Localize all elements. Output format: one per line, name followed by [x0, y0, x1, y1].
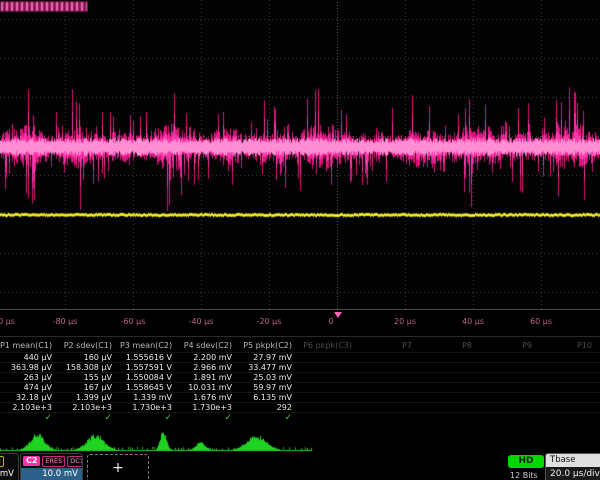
time-axis-label: 0 — [328, 317, 333, 326]
time-axis-label: 60 µs — [530, 317, 552, 326]
add-trace-button[interactable]: + — [87, 454, 149, 480]
timebase-value: 20.0 µs/div — [546, 467, 600, 480]
c2-eres-tag: ERES — [42, 456, 65, 467]
measure-param-header[interactable]: P10 — [540, 341, 600, 351]
measurement-table: P1 mean(C1)P2 sdev(C1)P3 mean(C2)P4 sdev… — [0, 338, 600, 424]
measure-param-header[interactable]: P6 pkpk(C3) — [300, 341, 360, 351]
histicon-canvas — [0, 426, 600, 452]
waveform-grid[interactable] — [0, 0, 600, 310]
measure-param-header[interactable]: P9 — [480, 341, 540, 351]
time-axis-label: 20 µs — [394, 317, 416, 326]
c2-scale-value: 10.0 mV — [21, 468, 82, 480]
measure-param-header[interactable]: P3 mean(C2) — [120, 341, 180, 351]
measure-param-header[interactable]: P4 sdev(C2) — [180, 341, 240, 351]
c1-coupling-tag: DC1M — [0, 456, 4, 467]
oscilloscope-screen: -100 µs -80 µs -60 µs -40 µs -20 µs 0 20 µs 40 … — [0, 0, 600, 480]
hd-mode-badge[interactable]: HD — [508, 455, 544, 468]
timebase-descriptor[interactable]: Tbase 20.0 µs/div — [545, 453, 600, 480]
add-trace-icon: + — [112, 460, 124, 476]
measure-param-header[interactable]: P1 mean(C1) — [0, 341, 60, 351]
checkmark-icon: ✓ — [120, 413, 180, 423]
measure-param-header[interactable]: P7 — [360, 341, 420, 351]
descriptor-bar: C1 DC1M 10.0 mV C2 ERES DC1M 10.0 mV + H… — [0, 452, 600, 480]
checkmark-icon: ✓ — [240, 413, 300, 423]
measure-param-header[interactable]: P8 — [420, 341, 480, 351]
channel-c2-descriptor[interactable]: C2 ERES DC1M 10.0 mV — [20, 453, 83, 480]
c1-scale-value: 10.0 mV — [0, 468, 18, 480]
time-axis-label: -80 µs — [53, 317, 78, 326]
time-axis-label: -20 µs — [257, 317, 282, 326]
c2-badge: C2 — [23, 456, 40, 466]
trace-label-badge — [0, 1, 88, 12]
channel-c1-descriptor[interactable]: C1 DC1M 10.0 mV — [0, 453, 19, 480]
time-axis-label: 40 µs — [462, 317, 484, 326]
checkmark-icon: ✓ — [180, 413, 240, 423]
time-axis-label: -100 µs — [0, 317, 15, 326]
bit-depth-label: 12 Bits — [510, 471, 538, 480]
time-axis-label: -40 µs — [189, 317, 214, 326]
checkmark-icon: ✓ — [0, 413, 60, 423]
time-axis-label: -60 µs — [121, 317, 146, 326]
measure-param-header[interactable]: P2 sdev(C1) — [60, 341, 120, 351]
waveform-traces — [0, 0, 600, 309]
timebase-axis: -100 µs -80 µs -60 µs -40 µs -20 µs 0 20 µs 40 … — [0, 310, 600, 337]
checkmark-icon: ✓ — [60, 413, 120, 423]
histicon-strip[interactable] — [0, 426, 600, 452]
trigger-marker-icon[interactable] — [334, 312, 342, 318]
timebase-title: Tbase — [546, 454, 600, 467]
c2-coupling-tag: DC1M — [67, 456, 83, 467]
measure-param-header[interactable]: P5 pkpk(C2) — [240, 341, 300, 351]
